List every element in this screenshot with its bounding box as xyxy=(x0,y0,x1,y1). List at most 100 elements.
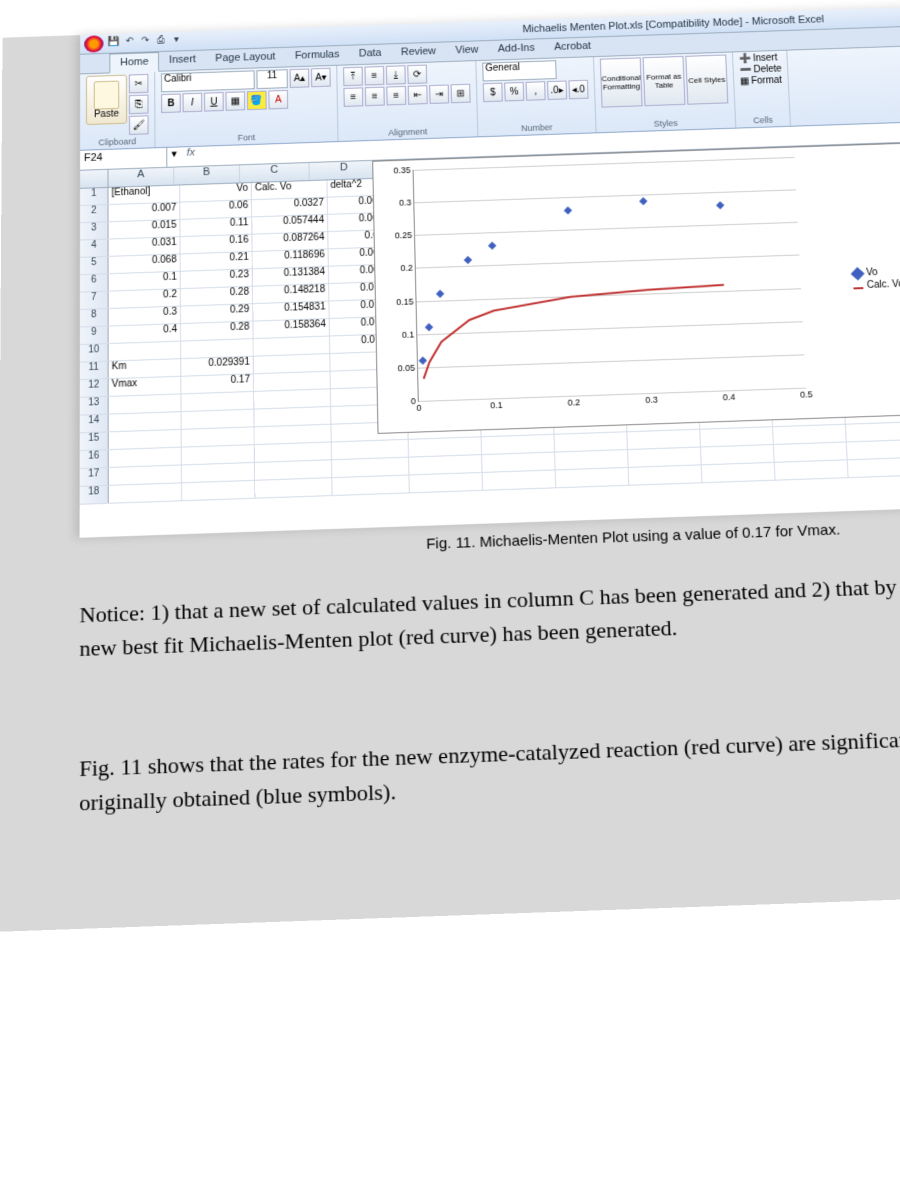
cell[interactable]: 0.057444 xyxy=(252,215,328,234)
font-name-select[interactable]: Calibri xyxy=(161,70,255,92)
align-top-icon[interactable]: ⤒ xyxy=(343,67,363,86)
cell[interactable]: 0.087264 xyxy=(252,232,328,251)
cell[interactable] xyxy=(254,407,331,426)
cell[interactable] xyxy=(775,460,849,479)
tab-acrobat[interactable]: Acrobat xyxy=(544,37,601,58)
number-format-select[interactable]: General xyxy=(482,60,557,81)
row-header[interactable]: 1 xyxy=(80,188,109,205)
row-header[interactable]: 8 xyxy=(80,309,109,326)
qat-more-icon[interactable]: ▾ xyxy=(170,34,184,48)
tab-home[interactable]: Home xyxy=(109,52,159,73)
row-header[interactable]: 6 xyxy=(80,274,109,291)
font-size-select[interactable]: 11 xyxy=(256,69,287,89)
font-color-icon[interactable]: A xyxy=(268,90,288,109)
cell[interactable] xyxy=(409,455,482,474)
cell[interactable] xyxy=(482,453,556,472)
cell[interactable] xyxy=(109,412,182,431)
cell[interactable] xyxy=(483,470,557,489)
bold-button[interactable]: B xyxy=(161,94,181,113)
cell[interactable]: 0.2 xyxy=(109,289,181,308)
cell[interactable]: 0.029391 xyxy=(181,357,254,376)
tab-data[interactable]: Data xyxy=(349,44,391,64)
cell[interactable] xyxy=(182,427,255,446)
align-bottom-icon[interactable]: ⤓ xyxy=(386,65,406,84)
row-header[interactable]: 13 xyxy=(80,397,109,415)
cell[interactable] xyxy=(109,448,182,467)
save-icon[interactable]: 💾 xyxy=(107,37,121,51)
fx-icon[interactable]: fx xyxy=(181,147,201,167)
tab-addins[interactable]: Add-Ins xyxy=(488,39,545,60)
tab-view[interactable]: View xyxy=(445,41,488,61)
cell-styles-button[interactable]: Cell Styles xyxy=(685,55,728,105)
cell[interactable] xyxy=(332,475,410,495)
cell[interactable] xyxy=(255,478,332,498)
format-painter-icon[interactable]: 🖌 xyxy=(129,115,149,135)
cell[interactable]: 0.154831 xyxy=(253,301,329,320)
cell[interactable] xyxy=(109,483,182,502)
tab-page-layout[interactable]: Page Layout xyxy=(206,48,286,69)
insert-cells-button[interactable]: ➕Insert xyxy=(739,53,782,65)
cell[interactable] xyxy=(254,372,331,391)
row-header[interactable]: 16 xyxy=(80,450,109,468)
name-box-dropdown-icon[interactable]: ▾ xyxy=(167,147,181,166)
shrink-font-icon[interactable]: A▾ xyxy=(311,68,331,87)
row-header[interactable]: 3 xyxy=(80,222,109,239)
name-box[interactable]: F24 xyxy=(80,148,167,170)
cell[interactable] xyxy=(182,445,255,464)
row-header[interactable]: 15 xyxy=(80,432,109,450)
cell[interactable]: 0.158364 xyxy=(253,319,330,338)
col-header[interactable]: A xyxy=(108,168,174,187)
cell[interactable] xyxy=(181,392,254,411)
col-header[interactable]: C xyxy=(240,163,310,182)
cell[interactable]: 0.131384 xyxy=(253,267,329,286)
format-cells-button[interactable]: ▦Format xyxy=(740,75,783,87)
currency-icon[interactable]: $ xyxy=(483,83,503,102)
print-icon[interactable]: ⎙ xyxy=(154,35,168,49)
cell[interactable] xyxy=(629,465,703,484)
row-header[interactable]: 2 xyxy=(80,205,109,222)
cell[interactable] xyxy=(774,442,848,461)
cell[interactable] xyxy=(332,440,409,459)
cell[interactable]: 0.17 xyxy=(181,374,254,393)
cell[interactable]: 0.148218 xyxy=(253,284,329,303)
undo-icon[interactable]: ↶ xyxy=(123,36,137,50)
cell[interactable] xyxy=(847,440,900,459)
cell[interactable]: 0.06 xyxy=(180,200,252,219)
cell[interactable] xyxy=(254,336,331,355)
format-as-table-button[interactable]: Format as Table xyxy=(643,56,686,106)
cell[interactable]: 0.068 xyxy=(109,254,181,273)
orientation-icon[interactable]: ⟳ xyxy=(407,65,427,84)
cell[interactable] xyxy=(254,389,331,408)
worksheet-grid[interactable]: A B C D E F G H I J K L M 1[Ethanol]VoCa… xyxy=(80,134,900,505)
cell[interactable]: Km xyxy=(109,359,182,378)
merge-icon[interactable]: ⊞ xyxy=(451,84,471,103)
row-header[interactable]: 14 xyxy=(80,415,109,433)
align-left-icon[interactable]: ≡ xyxy=(343,87,363,106)
office-button[interactable] xyxy=(84,35,103,52)
italic-button[interactable]: I xyxy=(183,93,203,112)
cell[interactable] xyxy=(181,339,254,358)
cell[interactable]: 0.21 xyxy=(181,252,253,271)
cell[interactable]: 0.3 xyxy=(109,307,181,326)
cell[interactable] xyxy=(702,463,776,482)
cell[interactable] xyxy=(556,468,630,487)
align-right-icon[interactable]: ≡ xyxy=(386,86,406,105)
embedded-chart[interactable]: 00.050.10.150.20.250.30.3500.10.20.30.40… xyxy=(372,143,900,434)
redo-icon[interactable]: ↷ xyxy=(139,35,153,49)
cell[interactable] xyxy=(555,450,629,469)
underline-button[interactable]: U xyxy=(204,92,224,111)
select-all-corner[interactable] xyxy=(80,170,108,188)
cell[interactable] xyxy=(255,460,332,480)
cell[interactable]: Vo xyxy=(180,183,252,202)
cell[interactable] xyxy=(182,463,255,482)
tab-review[interactable]: Review xyxy=(391,42,446,63)
conditional-formatting-button[interactable]: Conditional Formatting xyxy=(600,57,643,107)
row-header[interactable]: 5 xyxy=(80,257,109,274)
cell[interactable] xyxy=(109,394,182,413)
cell[interactable] xyxy=(332,458,409,478)
row-header[interactable]: 10 xyxy=(80,344,109,362)
cell[interactable] xyxy=(255,425,332,444)
cell[interactable]: 0.0327 xyxy=(252,198,328,217)
cell[interactable]: 0.031 xyxy=(109,237,181,256)
delete-cells-button[interactable]: ➖Delete xyxy=(739,64,782,76)
